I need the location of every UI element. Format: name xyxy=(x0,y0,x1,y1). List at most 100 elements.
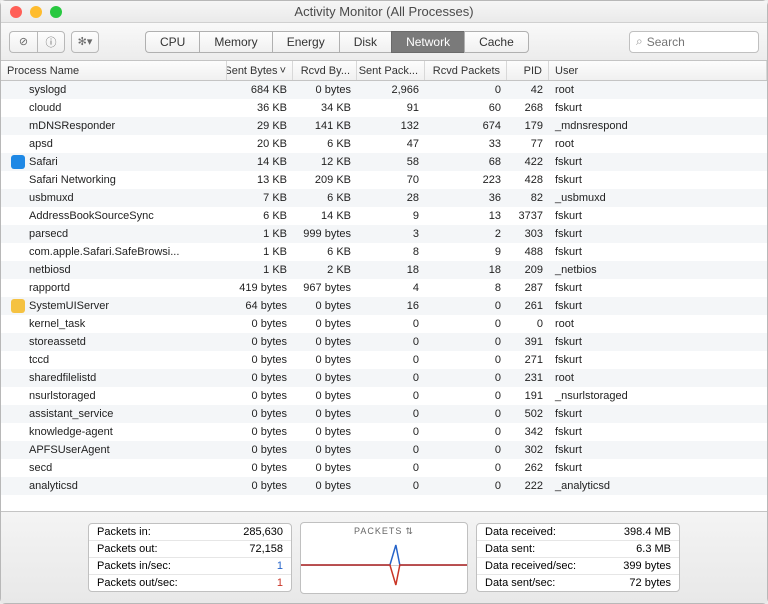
graph-sparkline xyxy=(301,537,467,593)
sent-bytes-cell: 0 bytes xyxy=(227,426,293,438)
tab-energy[interactable]: Energy xyxy=(272,31,339,53)
sent-bytes-cell: 36 KB xyxy=(227,102,293,114)
rcvd-packets-cell: 223 xyxy=(425,174,507,186)
rcvd-packets-cell: 0 xyxy=(425,426,507,438)
sent-packets-cell: 18 xyxy=(357,264,425,276)
table-row[interactable]: usbmuxd7 KB6 KB283682_usbmuxd xyxy=(1,189,767,207)
table-row[interactable]: sharedfilelistd0 bytes0 bytes00231root xyxy=(1,369,767,387)
table-row[interactable]: apsd20 KB6 KB473377root xyxy=(1,135,767,153)
user-cell: fskurt xyxy=(549,462,767,474)
table-row[interactable]: rapportd419 bytes967 bytes48287fskurt xyxy=(1,279,767,297)
table-row[interactable]: mDNSResponder29 KB141 KB132674179_mdnsre… xyxy=(1,117,767,135)
table-row[interactable]: tccd0 bytes0 bytes00271fskurt xyxy=(1,351,767,369)
process-name-text: usbmuxd xyxy=(29,192,74,204)
footer-stats: Packets in:285,630 Packets out:72,158 Pa… xyxy=(1,511,767,603)
rcvd-bytes-cell: 0 bytes xyxy=(293,426,357,438)
sent-bytes-cell: 1 KB xyxy=(227,264,293,276)
pid-cell: 209 xyxy=(507,264,549,276)
table-row[interactable]: analyticsd0 bytes0 bytes00222_analyticsd xyxy=(1,477,767,495)
tab-disk[interactable]: Disk xyxy=(339,31,391,53)
column-header-sent-packets[interactable]: Sent Pack... xyxy=(357,61,425,80)
table-row[interactable]: SystemUIServer64 bytes0 bytes160261fskur… xyxy=(1,297,767,315)
column-header-pid[interactable]: PID xyxy=(507,61,549,80)
table-row[interactable]: AddressBookSourceSync6 KB14 KB9133737fsk… xyxy=(1,207,767,225)
tab-network[interactable]: Network xyxy=(391,31,464,53)
table-row[interactable]: com.apple.Safari.SafeBrowsi...1 KB6 KB89… xyxy=(1,243,767,261)
table-row[interactable]: netbiosd1 KB2 KB1818209_netbios xyxy=(1,261,767,279)
window-title: Activity Monitor (All Processes) xyxy=(1,4,767,19)
table-row[interactable]: nsurlstoraged0 bytes0 bytes00191_nsurlst… xyxy=(1,387,767,405)
process-name-cell: cloudd xyxy=(1,102,227,114)
process-table-body[interactable]: syslogd684 KB0 bytes2,966042rootcloudd36… xyxy=(1,81,767,511)
table-row[interactable]: secd0 bytes0 bytes00262fskurt xyxy=(1,459,767,477)
data-received-sec-value: 399 bytes xyxy=(623,560,671,572)
stop-process-button[interactable]: ⊘ xyxy=(9,31,37,53)
sent-packets-cell: 0 xyxy=(357,354,425,366)
sent-packets-cell: 58 xyxy=(357,156,425,168)
activity-monitor-window: Activity Monitor (All Processes) ⊘ ⓘ ✻▾ … xyxy=(0,0,768,604)
rcvd-packets-cell: 2 xyxy=(425,228,507,240)
tab-cpu[interactable]: CPU xyxy=(145,31,199,53)
table-row[interactable]: parsecd1 KB999 bytes32303fskurt xyxy=(1,225,767,243)
column-header-process-name[interactable]: Process Name xyxy=(1,61,227,80)
network-graph xyxy=(301,537,467,593)
sent-packets-cell: 0 xyxy=(357,444,425,456)
footer-graph-panel[interactable]: PACKETS⇅ xyxy=(300,522,468,594)
column-header-rcvd-bytes[interactable]: Rcvd By... xyxy=(293,61,357,80)
user-cell: fskurt xyxy=(549,228,767,240)
stop-icon: ⊘ xyxy=(19,35,28,48)
process-name-cell: apsd xyxy=(1,138,227,150)
inspect-process-button[interactable]: ⓘ xyxy=(37,31,65,53)
process-name-cell: analyticsd xyxy=(1,480,227,492)
sent-bytes-cell: 684 KB xyxy=(227,84,293,96)
tab-cache[interactable]: Cache xyxy=(464,31,529,53)
rcvd-bytes-cell: 0 bytes xyxy=(293,408,357,420)
process-name-text: sharedfilelistd xyxy=(29,372,96,384)
view-options-button[interactable]: ✻▾ xyxy=(71,31,99,53)
table-row[interactable]: storeassetd0 bytes0 bytes00391fskurt xyxy=(1,333,767,351)
sent-bytes-cell: 0 bytes xyxy=(227,336,293,348)
user-cell: fskurt xyxy=(549,210,767,222)
rcvd-bytes-cell: 0 bytes xyxy=(293,372,357,384)
rcvd-bytes-cell: 967 bytes xyxy=(293,282,357,294)
rcvd-bytes-cell: 141 KB xyxy=(293,120,357,132)
sent-bytes-cell: 0 bytes xyxy=(227,354,293,366)
rcvd-packets-cell: 60 xyxy=(425,102,507,114)
table-row[interactable]: knowledge-agent0 bytes0 bytes00342fskurt xyxy=(1,423,767,441)
column-header-user[interactable]: User xyxy=(549,61,767,80)
packets-out-label: Packets out: xyxy=(97,543,158,555)
table-row[interactable]: cloudd36 KB34 KB9160268fskurt xyxy=(1,99,767,117)
rcvd-bytes-cell: 6 KB xyxy=(293,192,357,204)
rcvd-bytes-cell: 0 bytes xyxy=(293,462,357,474)
search-field[interactable]: ⌕ xyxy=(629,31,759,53)
process-name-cell: syslogd xyxy=(1,84,227,96)
rcvd-packets-cell: 0 xyxy=(425,408,507,420)
sent-bytes-cell: 1 KB xyxy=(227,246,293,258)
rcvd-packets-cell: 8 xyxy=(425,282,507,294)
column-header-sent-bytes[interactable]: Sent Bytes˅ xyxy=(227,61,293,80)
table-row[interactable]: assistant_service0 bytes0 bytes00502fsku… xyxy=(1,405,767,423)
table-row[interactable]: kernel_task0 bytes0 bytes000root xyxy=(1,315,767,333)
table-header-row: Process Name Sent Bytes˅ Rcvd By... Sent… xyxy=(1,61,767,81)
sent-packets-cell: 0 xyxy=(357,480,425,492)
footer-packets-panel: Packets in:285,630 Packets out:72,158 Pa… xyxy=(88,523,292,592)
search-input[interactable] xyxy=(647,35,752,49)
table-row[interactable]: Safari14 KB12 KB5868422fskurt xyxy=(1,153,767,171)
titlebar[interactable]: Activity Monitor (All Processes) xyxy=(1,1,767,23)
packets-out-sec-label: Packets out/sec: xyxy=(97,577,178,589)
pid-cell: 488 xyxy=(507,246,549,258)
table-row[interactable]: syslogd684 KB0 bytes2,966042root xyxy=(1,81,767,99)
table-row[interactable]: APFSUserAgent0 bytes0 bytes00302fskurt xyxy=(1,441,767,459)
rcvd-packets-cell: 18 xyxy=(425,264,507,276)
rcvd-packets-cell: 0 xyxy=(425,372,507,384)
user-cell: root xyxy=(549,318,767,330)
process-name-cell: mDNSResponder xyxy=(1,120,227,132)
column-header-rcvd-packets[interactable]: Rcvd Packets xyxy=(425,61,507,80)
pid-cell: 231 xyxy=(507,372,549,384)
graph-mode-selector[interactable]: PACKETS⇅ xyxy=(354,526,414,537)
tab-memory[interactable]: Memory xyxy=(199,31,271,53)
process-name-text: AddressBookSourceSync xyxy=(29,210,154,222)
table-row[interactable]: Safari Networking13 KB209 KB70223428fsku… xyxy=(1,171,767,189)
data-received-label: Data received: xyxy=(485,526,556,538)
sent-bytes-cell: 0 bytes xyxy=(227,444,293,456)
